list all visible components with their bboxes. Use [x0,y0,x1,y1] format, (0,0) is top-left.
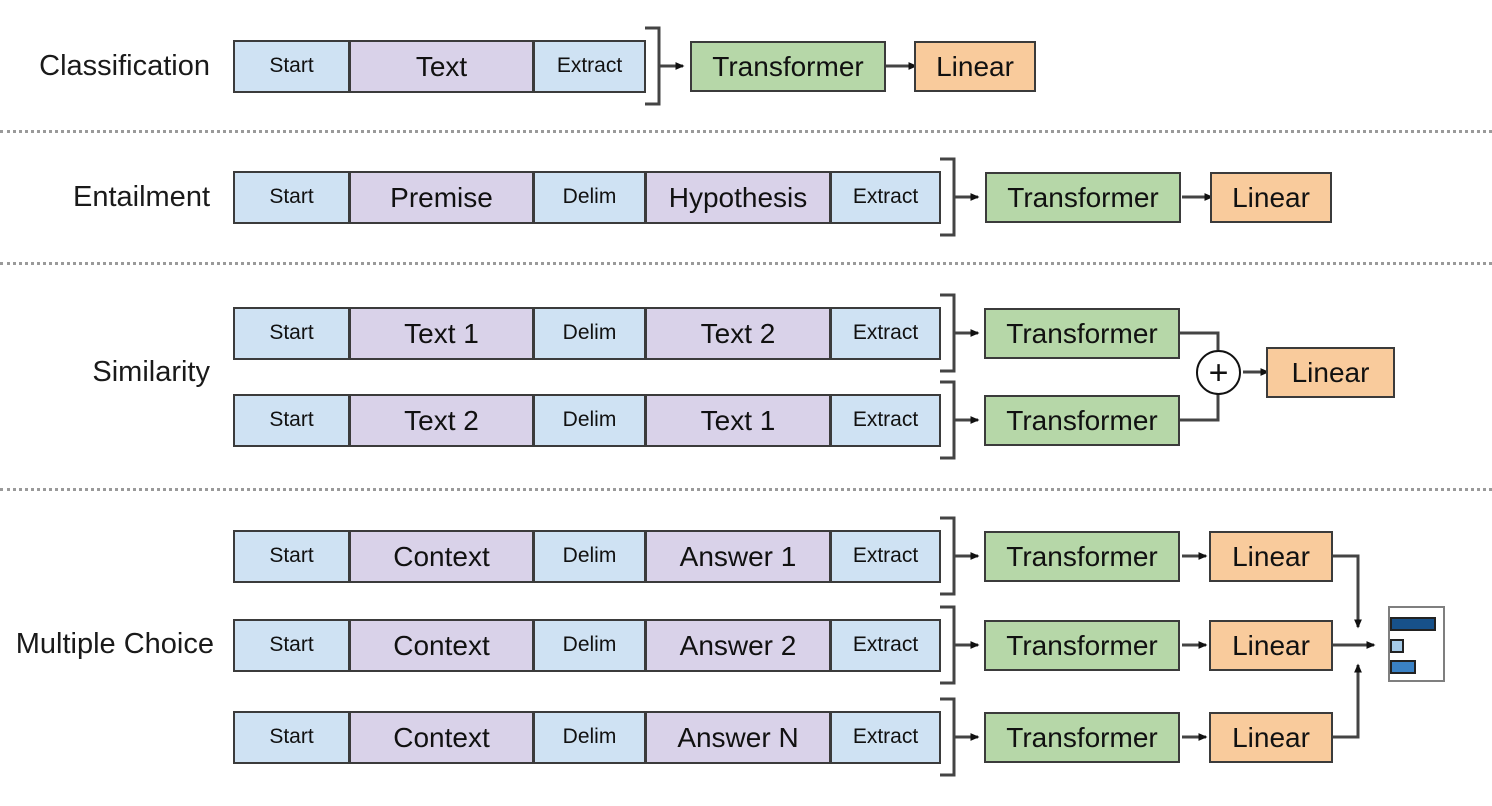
segment-text: Text [349,40,534,93]
token-start: Start [233,530,350,583]
linear-block: Linear [1210,172,1332,223]
segment-premise: Premise [349,171,534,224]
token-delim: Delim [533,619,646,672]
transformer-block: Transformer [985,172,1181,223]
token-start: Start [233,711,350,764]
segment-text-1: Text 1 [645,394,831,447]
token-delim: Delim [533,394,646,447]
segment-text-2: Text 2 [645,307,831,360]
row-separator [0,130,1492,133]
token-start: Start [233,171,350,224]
segment-context: Context [349,619,534,672]
linear-block: Linear [1209,620,1333,671]
token-start: Start [233,40,350,93]
diagram-canvas: Classification Start Text Extract Transf… [0,0,1492,806]
score-bar-answer-n [1390,660,1416,674]
linear-block: Linear [1209,712,1333,763]
token-extract: Extract [830,619,941,672]
token-delim: Delim [533,307,646,360]
token-start: Start [233,619,350,672]
transformer-block: Transformer [984,620,1180,671]
token-extract: Extract [830,394,941,447]
linear-block: Linear [914,41,1036,92]
task-label-entailment: Entailment [72,181,210,213]
token-extract: Extract [830,171,941,224]
row-separator [0,262,1492,265]
linear-block: Linear [1266,347,1395,398]
row-separator [0,488,1492,491]
task-label-similarity: Similarity [92,356,210,388]
transformer-block: Transformer [984,395,1180,446]
segment-answer-1: Answer 1 [645,530,831,583]
token-extract: Extract [830,307,941,360]
token-extract: Extract [830,711,941,764]
token-delim: Delim [533,171,646,224]
task-label-classification: Classification [39,50,210,82]
token-start: Start [233,394,350,447]
transformer-block: Transformer [984,531,1180,582]
answer-score-chart [1388,606,1445,682]
transformer-block: Transformer [984,308,1180,359]
sum-operator-icon: + [1196,350,1241,395]
segment-text-1: Text 1 [349,307,534,360]
segment-context: Context [349,711,534,764]
task-label-multiple-choice: Multiple Choice [15,628,214,660]
token-extract: Extract [533,40,646,93]
segment-context: Context [349,530,534,583]
segment-answer-2: Answer 2 [645,619,831,672]
linear-block: Linear [1209,531,1333,582]
token-start: Start [233,307,350,360]
segment-hypothesis: Hypothesis [645,171,831,224]
score-bar-answer-2 [1390,639,1404,653]
transformer-block: Transformer [690,41,886,92]
token-extract: Extract [830,530,941,583]
token-delim: Delim [533,711,646,764]
transformer-block: Transformer [984,712,1180,763]
segment-answer-n: Answer N [645,711,831,764]
score-bar-answer-1 [1390,617,1436,631]
token-delim: Delim [533,530,646,583]
segment-text-2: Text 2 [349,394,534,447]
